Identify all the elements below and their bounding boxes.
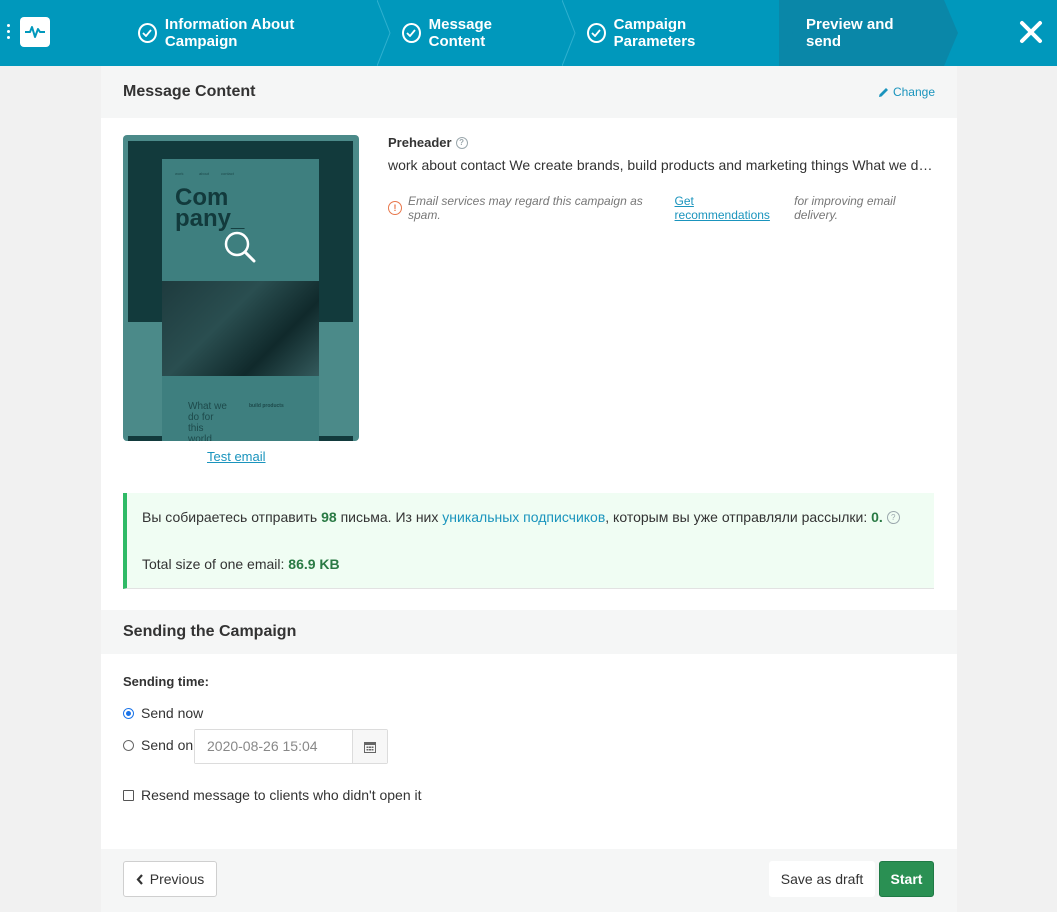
preview-lower-title-line: this bbox=[188, 423, 204, 434]
preview-lower-subtitle: build products bbox=[249, 403, 284, 409]
preview-nav-item: about bbox=[199, 171, 210, 176]
preview-lower-title-line: What we bbox=[188, 401, 227, 412]
sending-time-label: Sending time: bbox=[123, 674, 209, 689]
send-now-radio[interactable] bbox=[123, 707, 134, 719]
sending-campaign-header: Sending the Campaign bbox=[101, 610, 957, 654]
email-preview-thumbnail[interactable]: work about contact Com pany_ What we do … bbox=[123, 135, 359, 441]
size-label: Total size of one email: bbox=[142, 556, 285, 572]
check-circle-icon bbox=[402, 23, 421, 43]
step-label: Information About Campaign bbox=[164, 16, 295, 50]
help-icon[interactable]: ? bbox=[886, 510, 900, 524]
wizard-steps: Information About Campaign Message Conte… bbox=[112, 0, 958, 66]
close-icon[interactable] bbox=[1019, 20, 1043, 44]
top-navigation-bar: Information About Campaign Message Conte… bbox=[0, 0, 1057, 66]
spam-warning: ! Email services may regard this campaig… bbox=[388, 194, 937, 222]
preview-lower-title-line: world bbox=[188, 434, 212, 441]
calendar-icon[interactable] bbox=[352, 730, 387, 763]
preview-heading: Com pany_ bbox=[175, 186, 245, 232]
send-now-option[interactable]: Send now bbox=[123, 705, 203, 721]
email-size-summary: Total size of one email: 86.9 KB bbox=[142, 556, 340, 572]
start-button[interactable]: Start bbox=[879, 861, 934, 897]
pulse-icon[interactable] bbox=[20, 17, 50, 47]
preheader-text: work about contact We create brands, bui… bbox=[388, 157, 937, 173]
message-content-header: Message Content Change bbox=[101, 66, 957, 118]
step-preview-and-send[interactable]: Preview and send bbox=[779, 0, 958, 66]
summary-text: , которым вы уже отправляли рассылки: bbox=[605, 509, 868, 525]
preview-heading-line: pany_ bbox=[175, 205, 245, 232]
step-label: Message Content bbox=[428, 16, 492, 50]
preview-nav-item: work bbox=[175, 171, 184, 176]
size-value: 86.9 KB bbox=[288, 556, 340, 572]
save-as-draft-button[interactable]: Save as draft bbox=[769, 861, 875, 897]
preview-side-right bbox=[319, 322, 353, 436]
preview-side-left bbox=[128, 322, 162, 436]
summary-text: Вы собираетесь отправить bbox=[142, 509, 318, 525]
get-recommendations-link[interactable]: Get recommendations bbox=[675, 194, 789, 222]
summary-text: письма. Из них bbox=[340, 509, 439, 525]
spam-warning-suffix: for improving email delivery. bbox=[794, 194, 896, 222]
previous-button[interactable]: Previous bbox=[123, 861, 217, 897]
send-on-option[interactable]: Send on bbox=[123, 737, 193, 753]
preview-lower-title: What we do for this world bbox=[188, 401, 227, 441]
send-on-label[interactable]: Send on bbox=[141, 737, 193, 753]
check-circle-icon bbox=[587, 23, 606, 43]
send-now-label[interactable]: Send now bbox=[141, 705, 203, 721]
vertical-dots-icon[interactable] bbox=[7, 24, 11, 39]
step-message-content[interactable]: Message Content bbox=[377, 0, 576, 66]
recipient-count: 98 bbox=[321, 509, 337, 525]
send-on-datetime-input[interactable] bbox=[195, 730, 352, 763]
resend-label[interactable]: Resend message to clients who didn't ope… bbox=[141, 787, 422, 803]
pencil-icon bbox=[878, 87, 888, 97]
send-summary: Вы собираетесь отправить 98 письма. Из н… bbox=[123, 493, 934, 589]
chevron-left-icon bbox=[136, 873, 143, 885]
spam-warning-prefix: Email services may regard this campaign … bbox=[408, 194, 643, 222]
step-label: Preview and send bbox=[806, 16, 894, 50]
zoom-icon bbox=[224, 231, 256, 263]
preview-photo bbox=[162, 281, 319, 376]
step-information-about-campaign[interactable]: Information About Campaign bbox=[112, 0, 391, 66]
preheader-label-text: Preheader bbox=[388, 135, 452, 150]
previous-label: Previous bbox=[149, 871, 205, 887]
main-card: Message Content Change work about contac… bbox=[101, 66, 957, 912]
step-label: Campaign Parameters bbox=[613, 16, 696, 50]
footer-actions: Previous Save as draft Start bbox=[101, 849, 957, 912]
preview-lower-title-line: do for bbox=[188, 412, 214, 423]
section-title: Message Content bbox=[123, 83, 256, 100]
change-link[interactable]: Change bbox=[878, 85, 935, 99]
section-title: Sending the Campaign bbox=[123, 623, 297, 640]
unique-subscribers-link[interactable]: уникальных подписчиков bbox=[442, 509, 605, 525]
warning-icon: ! bbox=[388, 201, 402, 215]
help-icon[interactable]: ? bbox=[455, 136, 468, 149]
resend-option[interactable]: Resend message to clients who didn't ope… bbox=[123, 787, 422, 803]
recipients-summary: Вы собираетесь отправить 98 письма. Из н… bbox=[142, 509, 900, 525]
resend-checkbox[interactable] bbox=[123, 789, 134, 801]
send-on-radio[interactable] bbox=[123, 739, 134, 751]
already-sent-count: 0. bbox=[871, 509, 883, 525]
check-circle-icon bbox=[138, 23, 157, 43]
send-on-datetime-field[interactable] bbox=[194, 729, 388, 764]
preheader-label: Preheader ? bbox=[388, 135, 937, 150]
test-email-link[interactable]: Test email bbox=[207, 449, 266, 464]
preheader-block: Preheader ? work about contact We create… bbox=[388, 135, 937, 222]
preview-nav-item: contact bbox=[221, 171, 234, 176]
change-label: Change bbox=[892, 85, 935, 99]
step-campaign-parameters[interactable]: Campaign Parameters bbox=[562, 0, 793, 66]
